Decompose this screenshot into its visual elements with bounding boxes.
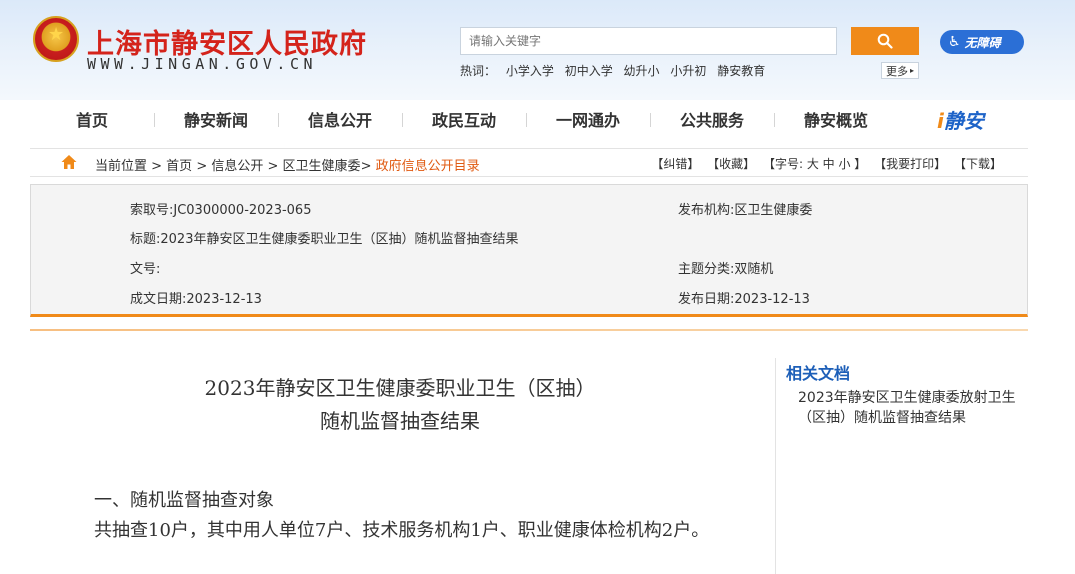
search-icon xyxy=(877,33,893,49)
article-paragraph: 共抽查10户，其中用人单位7户、技术服务机构1户、职业健康体检机构2户。 xyxy=(94,520,710,541)
national-emblem-icon: ★ xyxy=(33,16,79,62)
meta-doc-no: 文号: xyxy=(130,262,161,277)
search-input[interactable] xyxy=(460,27,837,55)
breadcrumb: 当前位置 > 首页 > 信息公开 > 区卫生健康委> 政府信息公开目录 xyxy=(95,159,480,174)
hot-word-link[interactable]: 静安教育 xyxy=(717,64,765,78)
related-docs-title: 相关文档 xyxy=(786,364,851,383)
meta-title: 标题:2023年静安区卫生健康委职业卫生（区抽）随机监督抽查结果 xyxy=(130,232,519,247)
section-heading: 一、随机监督抽查对象 xyxy=(94,490,274,511)
article-body: 2023年静安区卫生健康委职业卫生（区抽） 随机监督抽查结果 一、随机监督抽查对… xyxy=(30,340,770,574)
hot-words: 热词： 小学入学 初中入学 幼升小 小升初 静安教育 xyxy=(460,62,772,79)
jingan-logo-text: 静安 xyxy=(943,109,984,133)
meta-published-date: 发布日期:2023-12-13 xyxy=(678,292,810,307)
more-button[interactable]: 更多 ▸ xyxy=(881,62,919,79)
home-icon xyxy=(61,155,77,169)
breadcrumb-link[interactable]: 区卫生健康委 xyxy=(283,159,361,174)
chevron-right-icon: ▸ xyxy=(909,66,914,75)
article-title-line: 2023年静安区卫生健康委职业卫生（区抽） xyxy=(204,376,596,400)
print-button[interactable]: 【我要打印】 xyxy=(874,157,946,171)
correction-button[interactable]: 【纠错】 xyxy=(651,157,699,171)
nav-item-home[interactable]: 首页 xyxy=(30,107,154,131)
breadcrumb-link[interactable]: 首页 xyxy=(166,159,192,174)
favorite-button[interactable]: 【收藏】 xyxy=(707,157,755,171)
jingan-logo[interactable]: i静安 xyxy=(937,105,984,134)
nav-item-interaction[interactable]: 政民互动 xyxy=(402,107,526,131)
divider xyxy=(30,329,1028,331)
breadcrumb-current[interactable]: 政府信息公开目录 xyxy=(376,159,480,174)
download-button[interactable]: 【下载】 xyxy=(954,157,1002,171)
meta-category: 主题分类:双随机 xyxy=(678,262,774,277)
site-header: ★ 上海市静安区人民政府 WWW.JINGAN.GOV.CN ♿ 无障碍 热词：… xyxy=(0,0,1075,100)
hot-word-link[interactable]: 小升初 xyxy=(670,64,706,78)
meta-publisher: 发布机构:区卫生健康委 xyxy=(678,203,813,218)
more-label: 更多 xyxy=(885,64,908,78)
meta-index-no: 索取号:JC0300000-2023-065 xyxy=(130,203,312,218)
breadcrumb-bar: 当前位置 > 首页 > 信息公开 > 区卫生健康委> 政府信息公开目录 【纠错】… xyxy=(30,148,1028,177)
site-url: WWW.JINGAN.GOV.CN xyxy=(87,55,318,73)
accessibility-button[interactable]: ♿ 无障碍 xyxy=(940,30,1024,54)
nav-item-public-service[interactable]: 公共服务 xyxy=(650,107,774,131)
nav-item-info-disclosure[interactable]: 信息公开 xyxy=(278,107,402,131)
page-tools: 【纠错】 【收藏】 【字号: 大 中 小 】 【我要打印】 【下载】 xyxy=(647,155,1002,172)
font-size-control[interactable]: 【字号: 大 中 小 】 xyxy=(763,157,866,171)
wheelchair-icon: ♿ xyxy=(948,34,961,50)
nav-item-online-service[interactable]: 一网通办 xyxy=(526,107,650,131)
article-title: 2023年静安区卫生健康委职业卫生（区抽） 随机监督抽查结果 xyxy=(30,372,770,438)
nav-item-overview[interactable]: 静安概览 xyxy=(774,107,898,131)
related-doc-link[interactable]: 2023年静安区卫生健康委放射卫生（区抽）随机监督抽查结果 xyxy=(798,388,1038,428)
jingan-logo-icon: i xyxy=(937,109,944,133)
search-button[interactable] xyxy=(851,27,919,55)
breadcrumb-prefix: 当前位置 > xyxy=(95,159,167,174)
sidebar-divider xyxy=(775,358,776,574)
nav-item-news[interactable]: 静安新闻 xyxy=(154,107,278,131)
hot-words-label: 热词： xyxy=(460,64,497,78)
accessibility-label: 无障碍 xyxy=(964,35,1001,50)
hot-word-link[interactable]: 小学入学 xyxy=(506,64,554,78)
main-nav: 首页 静安新闻 信息公开 政民互动 一网通办 公共服务 静安概览 i静安 xyxy=(30,100,1028,138)
article-title-line: 随机监督抽查结果 xyxy=(320,409,480,433)
hot-word-link[interactable]: 幼升小 xyxy=(624,64,660,78)
breadcrumb-link[interactable]: 信息公开 xyxy=(211,159,263,174)
hot-word-link[interactable]: 初中入学 xyxy=(565,64,613,78)
meta-created-date: 成文日期:2023-12-13 xyxy=(130,292,262,307)
document-meta-panel: 索取号:JC0300000-2023-065 发布机构:区卫生健康委 标题:20… xyxy=(30,184,1028,317)
